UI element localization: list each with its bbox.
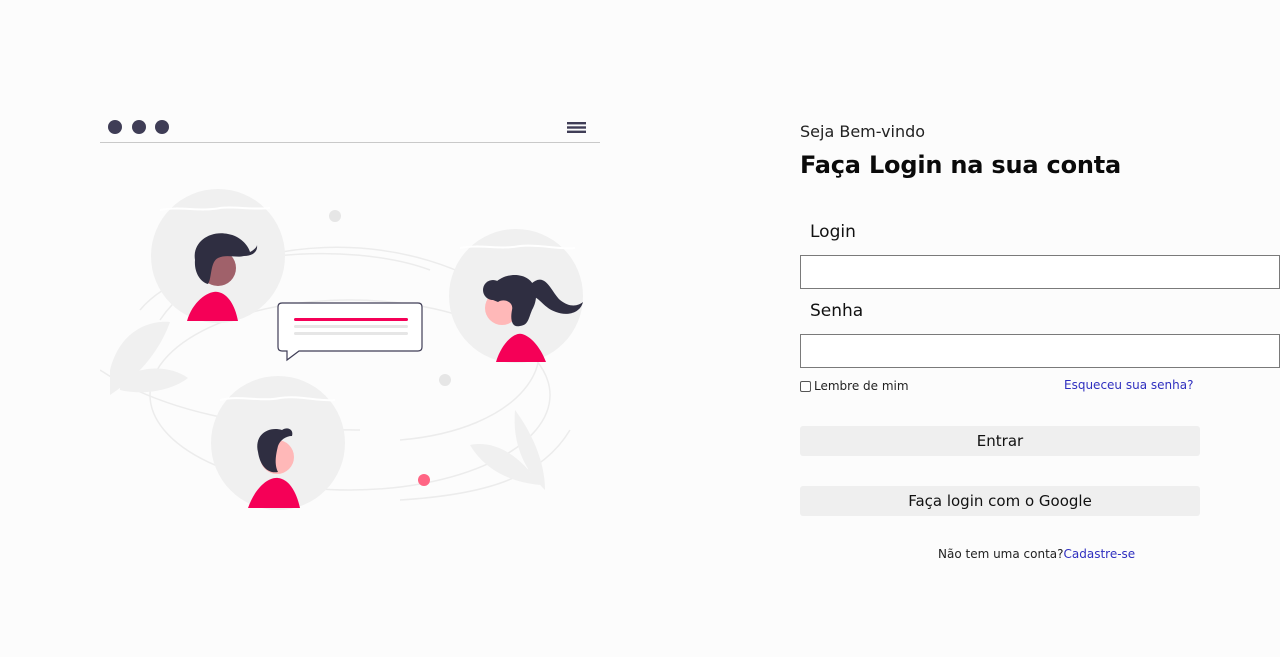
decor-dot-pink: [418, 474, 430, 486]
welcome-text: Seja Bem-vindo: [800, 122, 926, 141]
password-input[interactable]: [800, 334, 1280, 368]
illustration-svg: [100, 120, 600, 510]
hamburger-menu-icon: [567, 122, 586, 133]
person-avatar-icon: [449, 229, 583, 363]
remember-me[interactable]: Lembre de mim: [800, 377, 909, 395]
person-avatar-icon: [211, 376, 345, 510]
decor-dot: [439, 374, 451, 386]
signup-link[interactable]: Cadastre-se: [1064, 547, 1136, 561]
enter-button[interactable]: Entrar: [800, 426, 1200, 456]
signup-prompt: Não tem uma conta?Cadastre-se: [938, 547, 1135, 561]
google-login-button[interactable]: Faça login com o Google: [800, 486, 1200, 516]
password-label: Senha: [810, 301, 864, 321]
remember-checkbox[interactable]: [800, 380, 811, 392]
login-form: Seja Bem-vindo Faça Login na sua conta L…: [800, 121, 1280, 561]
login-page: Seja Bem-vindo Faça Login na sua conta L…: [0, 0, 1280, 657]
person-avatar-icon: [151, 189, 285, 323]
people-chat-illustration: [100, 110, 600, 510]
login-label: Login: [810, 222, 856, 242]
page-title: Faça Login na sua conta: [800, 151, 1122, 179]
chat-bubble-icon: [277, 302, 423, 362]
window-dot-icon: [108, 120, 122, 134]
window-dot-icon: [155, 120, 169, 134]
login-input[interactable]: [800, 255, 1280, 289]
forgot-password-link[interactable]: Esqueceu sua senha?: [1064, 378, 1193, 392]
decor-dot: [329, 210, 341, 222]
window-dot-icon: [132, 120, 146, 134]
no-account-text: Não tem uma conta?: [938, 547, 1064, 561]
remember-label: Lembre de mim: [814, 379, 909, 393]
